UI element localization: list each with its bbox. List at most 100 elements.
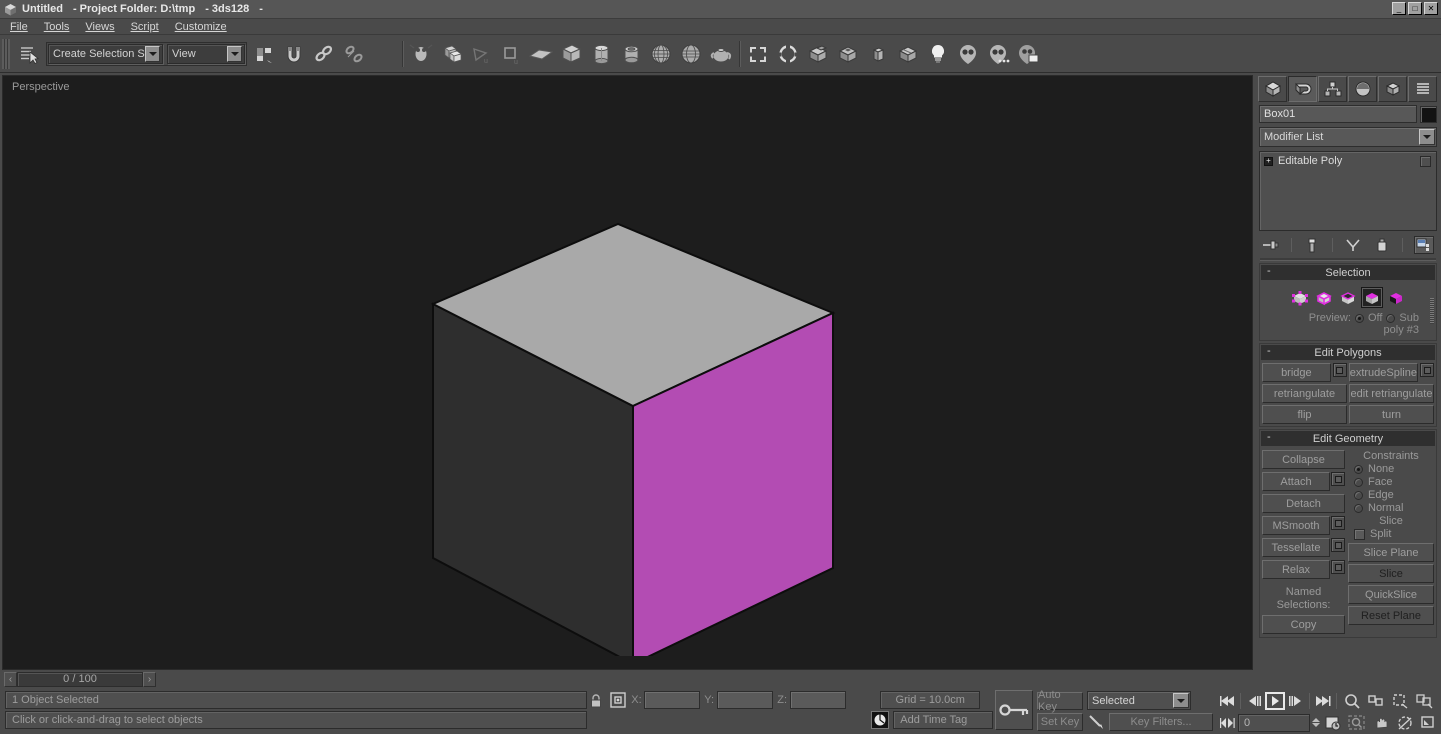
copy-button[interactable]: Copy [1262,615,1345,634]
border-level-button[interactable] [1337,287,1359,308]
configure-modifier-sets-icon[interactable] [1414,236,1434,254]
add-time-tag-button[interactable]: Add Time Tag [893,711,994,729]
select-scale-icon[interactable]: u [496,39,526,69]
remove-modifier-icon[interactable] [1373,237,1391,253]
modifier-stack[interactable]: + Editable Poly [1259,151,1437,231]
pan-view-icon[interactable] [1369,713,1392,732]
select-rotate-icon[interactable]: u [466,39,496,69]
arc-rotate-icon[interactable] [1393,713,1416,732]
box-primitive-icon[interactable] [556,39,586,69]
display-tab[interactable] [1378,76,1407,102]
zoom-region-icon[interactable] [1345,713,1368,732]
x-coordinate-field[interactable] [644,691,701,709]
menu-views[interactable]: Views [85,21,114,33]
reference-coordinate-combo[interactable]: View [167,43,245,64]
edit-polygons-rollout-header[interactable]: - Edit Polygons [1261,345,1435,360]
element-level-button[interactable] [1385,287,1407,308]
flip-button[interactable]: flip [1262,405,1347,424]
retriangulate-button[interactable]: retriangulate [1262,384,1347,403]
preview-off-radio[interactable] [1354,313,1364,323]
box01-mesh[interactable] [3,76,1251,656]
constraint-edge-row[interactable]: Edge [1348,489,1434,501]
link-icon[interactable] [309,39,339,69]
go-to-start-icon[interactable] [1217,692,1237,710]
frame-spinner[interactable] [1311,714,1320,732]
edge-level-button[interactable] [1313,287,1335,308]
free-camera-icon[interactable] [983,39,1013,69]
snaps-toggle-icon[interactable] [279,39,309,69]
constraint-normal-radio[interactable] [1354,503,1363,513]
utilities-tab[interactable] [1408,76,1437,102]
auto-key-button[interactable]: Auto Key [1037,689,1083,713]
timeslider-next-button[interactable]: › [143,671,156,687]
split-row[interactable]: Split [1348,528,1434,540]
mirror-icon[interactable] [526,39,556,69]
stack-item-checkbox[interactable] [1420,155,1431,167]
toolbar-grip[interactable] [2,38,10,69]
selection-rollout-header[interactable]: - Selection [1261,265,1435,280]
create-tab[interactable] [1258,76,1287,102]
make-unique-icon[interactable] [1344,237,1362,253]
proboolean-icon[interactable] [833,39,863,69]
msmooth-settings-button[interactable] [1331,516,1345,530]
chamfercyl-icon[interactable] [893,39,923,69]
object-name-field[interactable]: Box01 [1259,105,1417,123]
chevron-down-icon[interactable] [1173,693,1189,708]
extrude-spline-settings-button[interactable] [1420,363,1434,377]
edit-retriangulate-button[interactable]: edit retriangulate [1349,384,1434,403]
set-key-button[interactable]: Set Key [1037,713,1083,731]
key-tangent-icon[interactable] [1087,713,1105,731]
y-coordinate-field[interactable] [717,691,774,709]
time-tag-icon[interactable] [871,711,890,729]
cylinder-primitive-icon[interactable] [586,39,616,69]
constraint-none-row[interactable]: None [1348,463,1434,475]
teapot-primitive-icon[interactable] [706,39,736,69]
detach-button[interactable]: Detach [1262,494,1345,513]
target-camera-icon[interactable] [953,39,983,69]
slice-button[interactable]: Slice [1348,564,1434,583]
modifier-list-dropdown[interactable]: Modifier List [1259,127,1437,147]
menu-customize[interactable]: Customize [175,21,227,33]
tube-primitive-icon[interactable] [616,39,646,69]
bridge-button[interactable]: bridge [1262,363,1331,382]
select-object-icon[interactable] [406,39,436,69]
absolute-relative-icon[interactable] [609,691,627,709]
tessellate-button[interactable]: Tessellate [1262,538,1330,557]
sphere-primitive-icon[interactable] [646,39,676,69]
constraint-edge-radio[interactable] [1354,490,1363,500]
hierarchy-tab[interactable] [1318,76,1347,102]
geosphere-primitive-icon[interactable] [676,39,706,69]
boolean-icon[interactable] [803,39,833,69]
z-coordinate-field[interactable] [790,691,847,709]
attach-settings-button[interactable] [1331,472,1345,486]
close-button[interactable]: ✕ [1424,2,1438,15]
rectangle-shape-icon[interactable] [743,39,773,69]
constraint-face-row[interactable]: Face [1348,476,1434,488]
constraint-normal-row[interactable]: Normal [1348,502,1434,514]
menu-tools[interactable]: Tools [44,21,70,33]
chevron-down-icon[interactable] [1419,129,1435,145]
quickslice-button[interactable]: QuickSlice [1348,585,1434,604]
go-to-end-icon[interactable] [1313,692,1333,710]
set-key-filter-combo[interactable]: Selected [1087,691,1191,710]
chevron-down-icon[interactable] [227,45,242,62]
bind-space-warp-icon[interactable] [369,39,399,69]
split-checkbox[interactable] [1354,528,1365,540]
timeslider-track[interactable] [156,671,1251,687]
motion-tab[interactable] [1348,76,1377,102]
collapse-icon[interactable]: - [1267,345,1271,357]
rollout-scroll-grip[interactable] [1430,297,1434,324]
select-by-name-icon[interactable] [14,39,44,69]
constraint-none-radio[interactable] [1354,464,1363,474]
omni-light-icon[interactable] [923,39,953,69]
timeslider-frame-display[interactable]: 0 / 100 [17,671,143,687]
render-setup-icon[interactable] [1013,39,1043,69]
edit-geometry-rollout-header[interactable]: - Edit Geometry [1261,431,1435,446]
pin-stack-icon[interactable] [1262,237,1280,253]
timeslider-prev-button[interactable]: ‹ [4,671,17,687]
slice-plane-button[interactable]: Slice Plane [1348,543,1434,562]
current-frame-field[interactable]: 0 [1238,713,1310,732]
zoom-extents-all-icon[interactable] [1412,691,1435,710]
attach-button[interactable]: Attach [1262,472,1330,491]
collapse-icon[interactable]: - [1267,265,1271,277]
